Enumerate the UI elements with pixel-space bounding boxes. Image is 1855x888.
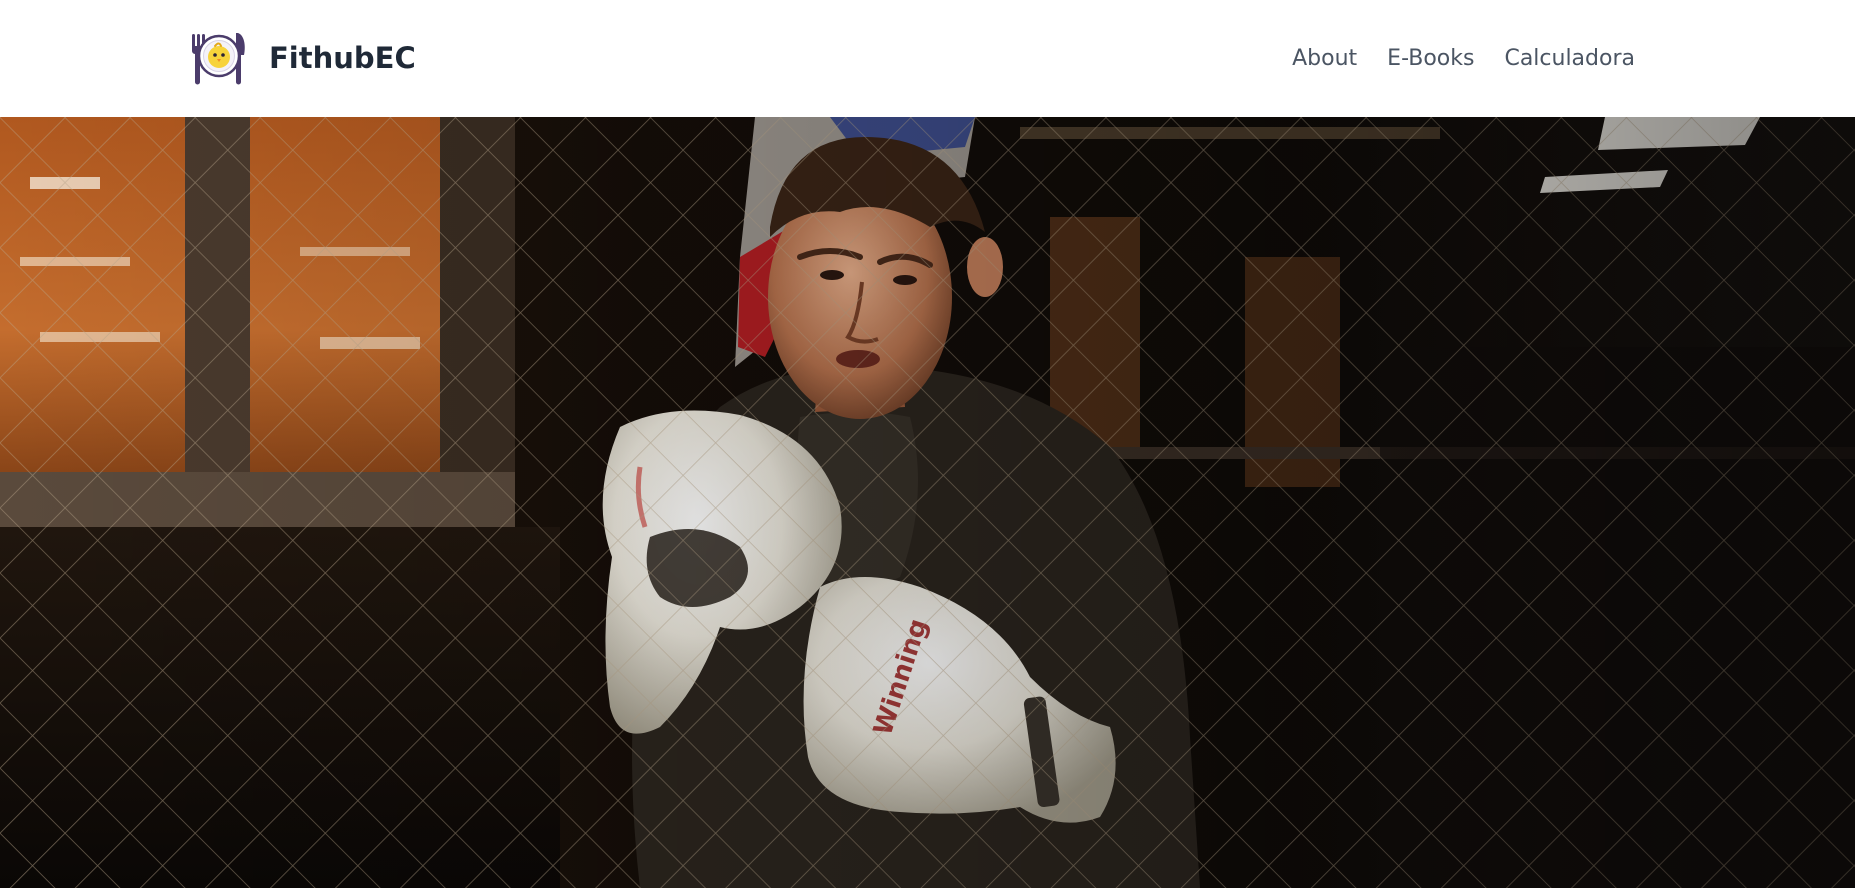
boxer-in-cage-image: Winning <box>0 117 1855 888</box>
main-nav: About E-Books Calculadora <box>1292 0 1635 117</box>
nav-link-calculadora[interactable]: Calculadora <box>1504 46 1635 71</box>
brand-name: FithubEC <box>269 41 416 75</box>
brand-home-link[interactable]: FithubEC <box>188 28 416 88</box>
nav-link-about[interactable]: About <box>1292 46 1357 71</box>
nav-item-about: About <box>1292 46 1357 71</box>
chick-plate-cutlery-icon <box>192 33 245 85</box>
nav-item-ebooks: E-Books <box>1387 46 1474 71</box>
hero-video: Winning <box>0 117 1855 888</box>
nav-item-calculadora: Calculadora <box>1504 46 1635 71</box>
nav-link-ebooks[interactable]: E-Books <box>1387 46 1474 71</box>
top-navbar: FithubEC About E-Books Calculadora <box>0 0 1855 117</box>
